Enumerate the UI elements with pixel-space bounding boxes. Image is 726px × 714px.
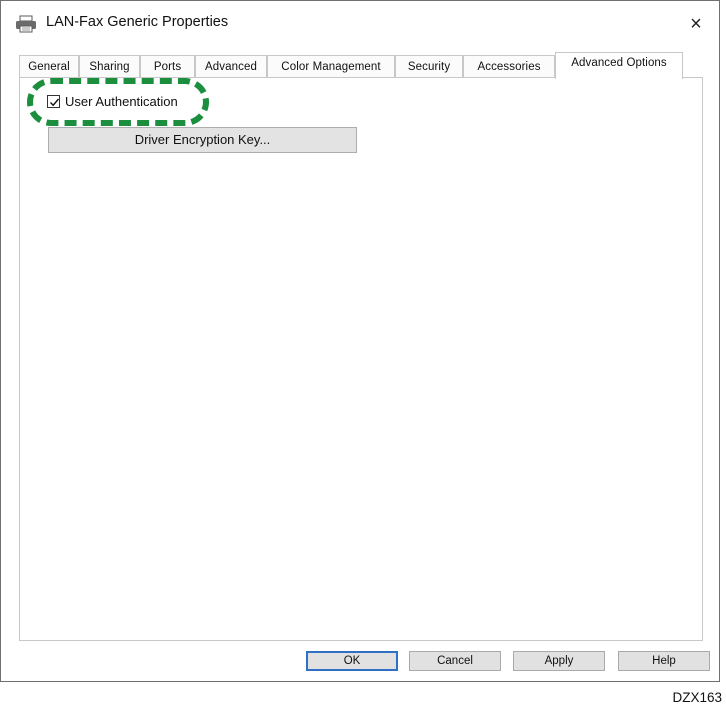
window-title: LAN-Fax Generic Properties: [46, 14, 229, 30]
user-authentication-checkbox[interactable]: [47, 95, 60, 108]
ok-button[interactable]: OK: [306, 651, 398, 671]
tab-accessories[interactable]: Accessories: [463, 55, 555, 77]
advanced-options-panel: [19, 77, 703, 641]
printer-icon: [15, 15, 37, 33]
apply-button[interactable]: Apply: [513, 651, 605, 671]
user-authentication-label: User Authentication: [65, 94, 178, 109]
tab-color-management[interactable]: Color Management: [267, 55, 395, 77]
driver-encryption-key-button[interactable]: Driver Encryption Key...: [48, 127, 357, 153]
figure-code: DZX163: [672, 690, 722, 705]
tab-advanced[interactable]: Advanced: [195, 55, 267, 77]
tab-general[interactable]: General: [19, 55, 79, 77]
cancel-button[interactable]: Cancel: [409, 651, 501, 671]
tab-sharing[interactable]: Sharing: [79, 55, 140, 77]
tab-advanced-options[interactable]: Advanced Options: [555, 52, 683, 79]
tab-security[interactable]: Security: [395, 55, 463, 77]
properties-dialog: LAN-Fax Generic Properties × General Sha…: [0, 0, 720, 682]
title-bar: LAN-Fax Generic Properties ×: [1, 1, 719, 47]
tab-ports[interactable]: Ports: [140, 55, 195, 77]
help-button[interactable]: Help: [618, 651, 710, 671]
close-button[interactable]: ×: [681, 9, 711, 39]
checkmark-icon: [50, 98, 60, 107]
